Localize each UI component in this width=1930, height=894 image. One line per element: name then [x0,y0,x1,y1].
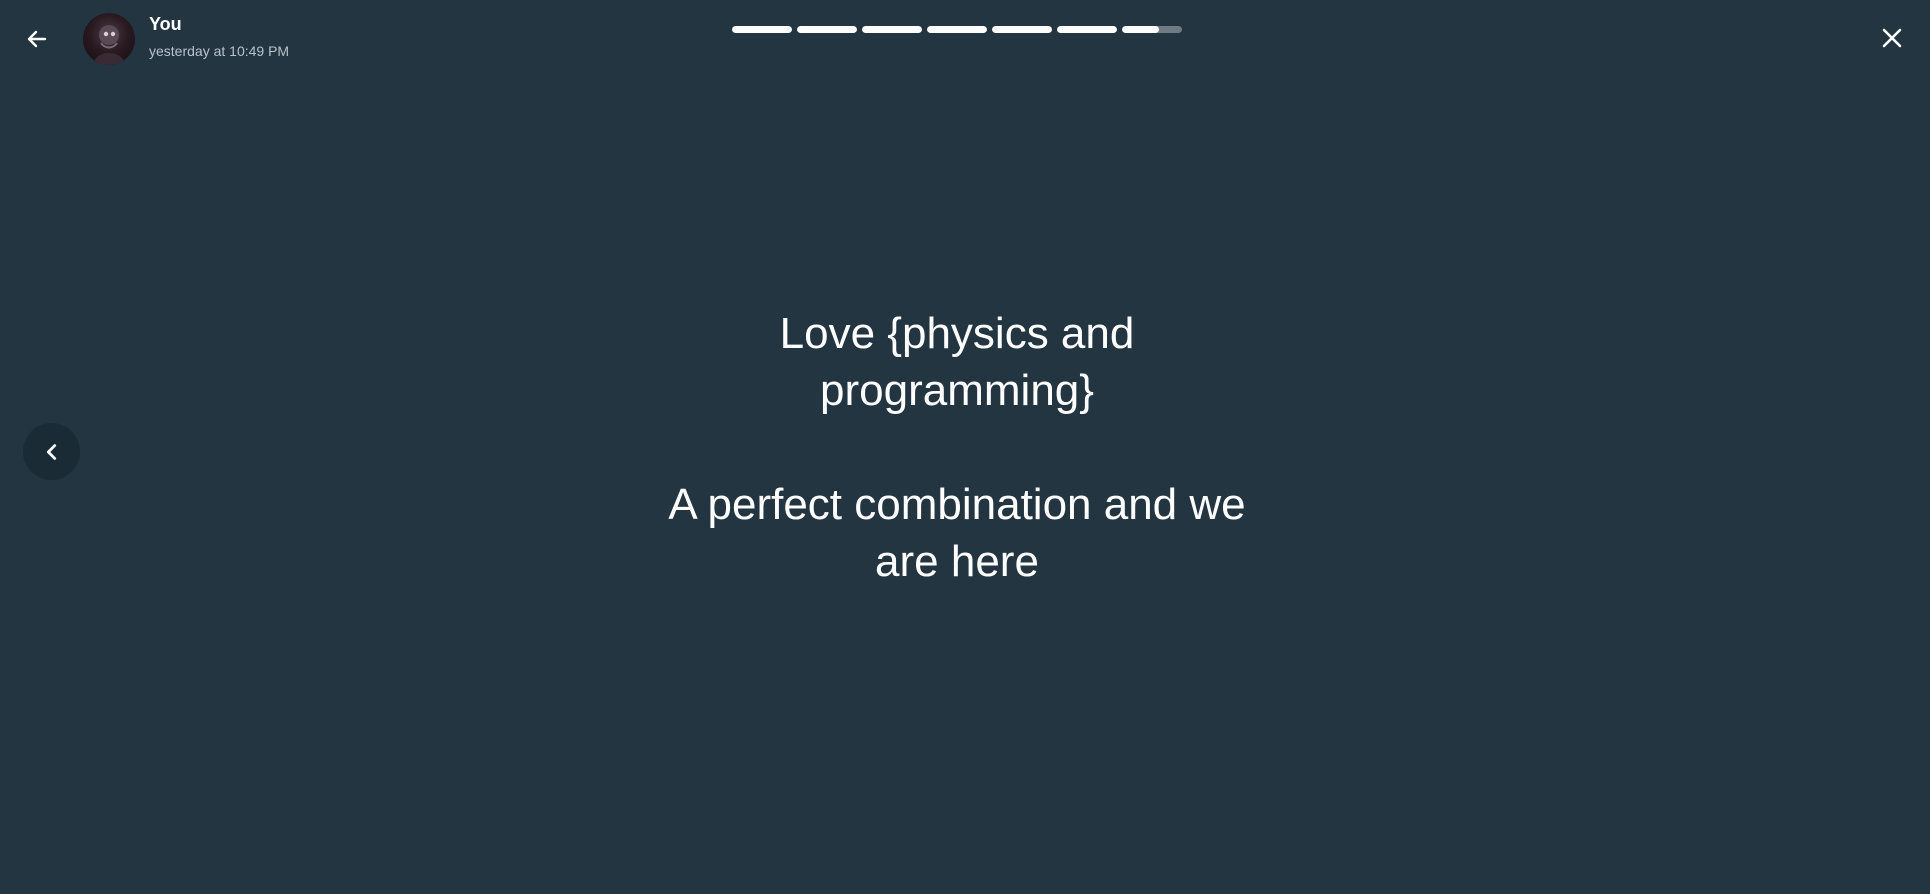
progress-fill [862,26,922,33]
progress-segment [797,26,857,33]
avatar[interactable] [83,13,135,65]
progress-segment [862,26,922,33]
status-viewer: You yesterday at 10:49 PM Love {physics … [0,0,1930,894]
author-name: You [149,14,182,34]
back-button[interactable] [22,24,52,54]
status-text: Love {physics and programming} A perfect… [668,309,1246,586]
chevron-left-icon [46,443,56,460]
progress-segment [1122,26,1182,33]
previous-status-button[interactable] [23,423,80,480]
close-icon [1882,28,1902,48]
progress-segment [1057,26,1117,33]
progress-fill [1057,26,1117,33]
status-progress-bar [732,26,1182,33]
progress-fill [732,26,792,33]
progress-fill [992,26,1052,33]
status-timestamp: yesterday at 10:49 PM [149,43,290,59]
progress-fill [797,26,857,33]
progress-segment [927,26,987,33]
profile-photo [93,25,125,65]
close-button[interactable] [1876,22,1908,54]
progress-fill [1122,26,1160,33]
progress-segment [992,26,1052,33]
progress-fill [927,26,987,33]
arrow-left-icon [27,30,47,48]
progress-segment [732,26,792,33]
